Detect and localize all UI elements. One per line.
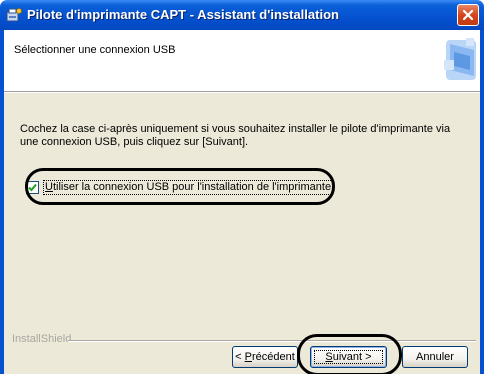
installer-window: Pilote d'imprimante CAPT - Assistant d'i… bbox=[0, 0, 484, 374]
focus-rectangle bbox=[314, 350, 383, 364]
instruction-text: Cochez la case ci-après uniquement si vo… bbox=[20, 123, 451, 148]
close-button[interactable] bbox=[457, 4, 479, 26]
cancel-button[interactable]: Annuler bbox=[402, 346, 468, 368]
installshield-divider bbox=[68, 340, 476, 342]
next-button[interactable]: Suivant > bbox=[310, 346, 387, 368]
installer-icon bbox=[6, 7, 22, 23]
previous-mnemonic: P bbox=[244, 351, 252, 363]
checkbox-label-text: tiliser la connexion USB pour l'installa… bbox=[52, 181, 332, 193]
wizard-body: Cochez la case ci-après uniquement si vo… bbox=[4, 93, 480, 374]
wizard-banner-icon bbox=[436, 30, 480, 90]
previous-prefix: < bbox=[235, 351, 245, 363]
usb-connection-checkbox-label[interactable]: Utiliser la connexion USB pour l'install… bbox=[43, 180, 334, 195]
installshield-label: InstallShield bbox=[12, 333, 72, 345]
window-frame-right bbox=[480, 30, 484, 374]
checkmark-icon bbox=[28, 183, 37, 192]
page-title: Sélectionner une connexion USB bbox=[14, 44, 176, 56]
title-bar[interactable]: Pilote d'imprimante CAPT - Assistant d'i… bbox=[0, 0, 484, 30]
previous-button[interactable]: < Précédent bbox=[232, 346, 298, 368]
window-title: Pilote d'imprimante CAPT - Assistant d'i… bbox=[27, 7, 339, 22]
close-icon bbox=[462, 9, 474, 21]
usb-connection-checkbox[interactable] bbox=[26, 181, 39, 194]
previous-label: récédent bbox=[252, 351, 295, 363]
wizard-header: Sélectionner une connexion USB bbox=[4, 30, 480, 92]
checkbox-mnemonic: U bbox=[45, 181, 53, 193]
